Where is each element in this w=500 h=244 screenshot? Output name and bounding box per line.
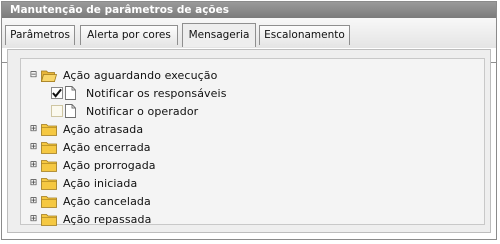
folder-icon — [41, 123, 57, 136]
expand-icon[interactable]: ⊞ — [29, 124, 38, 134]
folder-icon — [41, 195, 57, 208]
folder-icon — [41, 177, 57, 190]
folder-icon — [41, 159, 57, 172]
folder-open-icon — [41, 70, 57, 82]
tree-node-cancelada[interactable]: ⊞ Ação cancelada — [29, 192, 151, 210]
tab-escalonamento[interactable]: Escalonamento — [259, 25, 350, 45]
tab-strip: Parâmetros Alerta por cores Mensageria E… — [2, 18, 496, 63]
expand-icon[interactable]: ⊞ — [29, 160, 38, 170]
expand-icon[interactable]: ⊞ — [29, 196, 38, 206]
folder-icon — [41, 213, 57, 226]
expand-icon[interactable]: ⊞ — [29, 214, 38, 224]
tree-node-prorrogada[interactable]: ⊞ Ação prorrogada — [29, 156, 156, 174]
tree-node-atrasada[interactable]: ⊞ Ação atrasada — [29, 120, 143, 138]
tree-node-label: Ação repassada — [63, 212, 152, 226]
tree-node-label: Ação atrasada — [63, 122, 144, 136]
checkbox-notificar-responsaveis[interactable] — [51, 87, 63, 99]
document-icon — [65, 104, 76, 118]
expand-icon[interactable]: ⊞ — [29, 178, 38, 188]
tree-node-aguardando[interactable]: ⊟ Ação aguardando execução — [29, 66, 218, 84]
check-icon — [52, 88, 62, 98]
tree-node-iniciada[interactable]: ⊞ Ação iniciada — [29, 174, 137, 192]
tree-node-label: Ação iniciada — [63, 176, 138, 190]
checkbox-notificar-operador[interactable] — [51, 105, 63, 117]
dialog-title: Manutenção de parâmetros de ações — [2, 2, 496, 18]
tab-alerta-por-cores[interactable]: Alerta por cores — [80, 25, 178, 45]
tree-child-notificar-responsaveis[interactable]: Notificar os responsáveis — [51, 84, 227, 102]
parameters-dialog: Manutenção de parâmetros de ações Parâme… — [1, 1, 497, 240]
tree-child-notificar-operador[interactable]: Notificar o operador — [51, 102, 198, 120]
tree-node-label: Ação cancelada — [63, 194, 151, 208]
tree-node-label: Ação encerrada — [63, 140, 151, 154]
document-icon — [65, 86, 76, 100]
tab-mensageria[interactable]: Mensageria — [182, 23, 256, 47]
collapse-icon[interactable]: ⊟ — [29, 70, 38, 80]
action-tree: ⊟ Ação aguardando execução Notificar os … — [20, 58, 485, 228]
expand-icon[interactable]: ⊞ — [29, 142, 38, 152]
tab-parametros[interactable]: Parâmetros — [5, 25, 75, 45]
tree-child-label: Notificar o operador — [86, 104, 199, 118]
tree-node-label: Ação prorrogada — [63, 158, 156, 172]
tree-node-label: Ação aguardando execução — [63, 68, 218, 82]
tree-node-repassada[interactable]: ⊞ Ação repassada — [29, 210, 152, 228]
tree-child-label: Notificar os responsáveis — [86, 86, 227, 100]
tree-node-encerrada[interactable]: ⊞ Ação encerrada — [29, 138, 151, 156]
folder-icon — [41, 141, 57, 154]
mensageria-panel: ⊟ Ação aguardando execução Notificar os … — [7, 49, 491, 233]
